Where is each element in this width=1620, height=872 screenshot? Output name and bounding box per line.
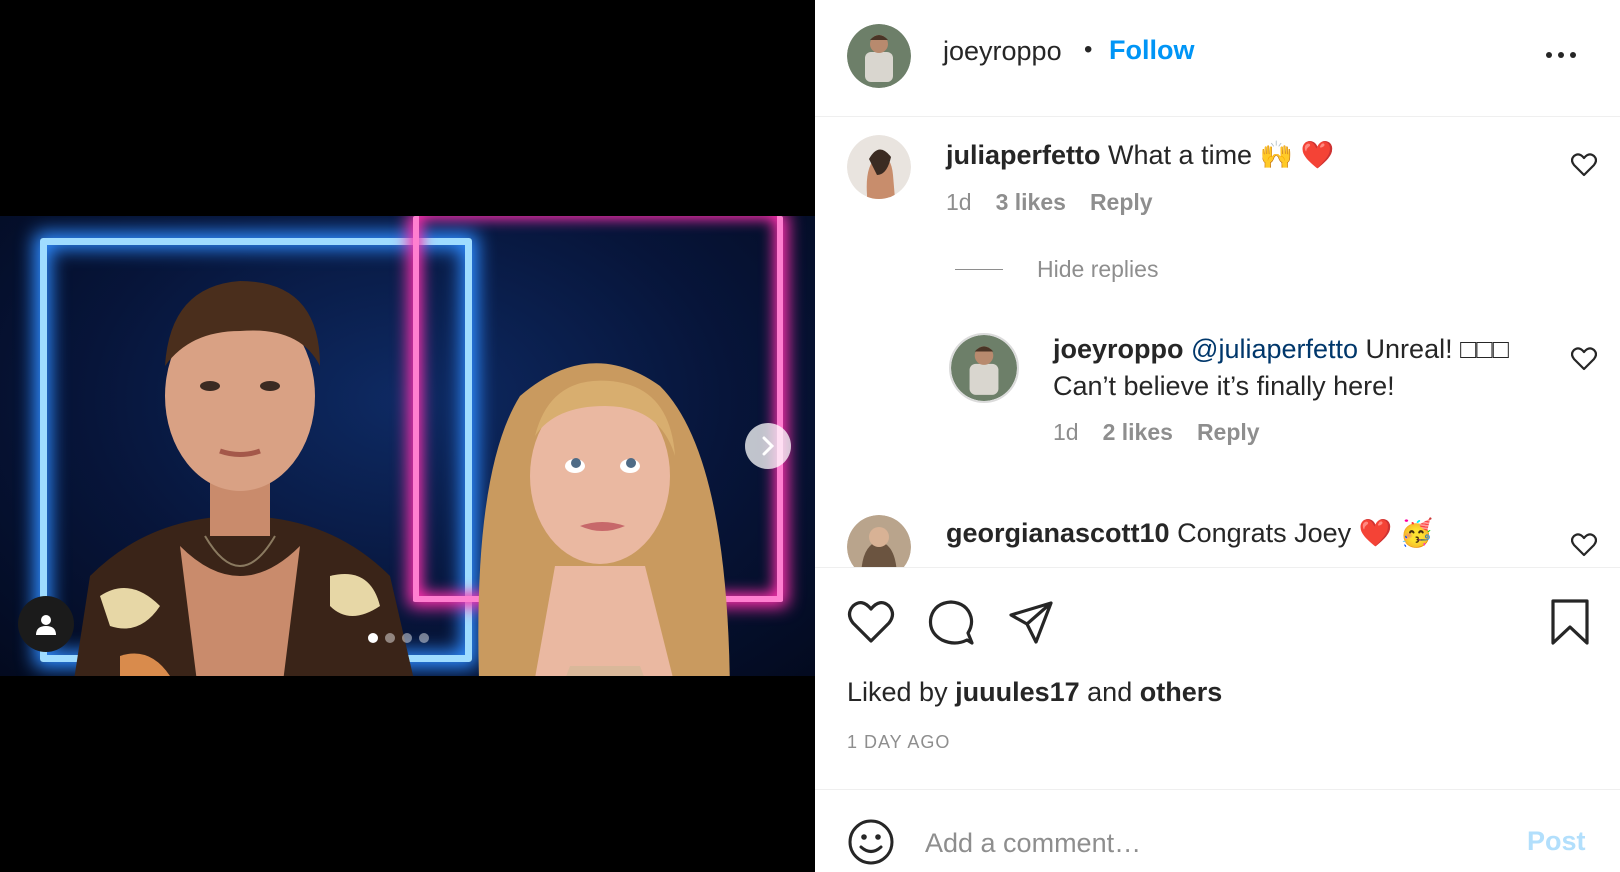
- section-divider: [815, 789, 1620, 790]
- commenter-avatar[interactable]: [847, 515, 911, 567]
- comment-body: georgianascott10 Congrats Joey ❤️ 🥳: [946, 515, 1433, 552]
- post-photo: [0, 216, 815, 676]
- comment-bubble-icon[interactable]: [927, 598, 975, 646]
- liked-by-user[interactable]: juuules17: [955, 677, 1080, 707]
- emoji-smiley-icon[interactable]: [847, 818, 895, 866]
- comment-emoji: ❤️ 🥳: [1358, 518, 1434, 548]
- reply-likes[interactable]: 2 likes: [1103, 419, 1173, 446]
- reply-mention[interactable]: @juliaperfetto: [1191, 334, 1358, 364]
- share-send-icon[interactable]: [1007, 598, 1055, 646]
- post-media: [0, 0, 815, 872]
- hide-replies-line: [955, 269, 1003, 270]
- post-timestamp[interactable]: 1 DAY AGO: [847, 732, 950, 753]
- reply-text-line2: Can’t believe it’s finally here!: [1053, 371, 1395, 401]
- comment-like-heart-icon[interactable]: [1571, 153, 1597, 177]
- carousel-dot: [402, 633, 412, 643]
- commenter-avatar[interactable]: [847, 135, 911, 199]
- comment-like-heart-icon[interactable]: [1571, 533, 1597, 557]
- hide-replies-toggle[interactable]: Hide replies: [955, 256, 1158, 283]
- liked-by-text: Liked by juuules17 and others: [847, 677, 1222, 708]
- more-options-icon[interactable]: [1546, 52, 1576, 58]
- comment-text: What a time: [1108, 140, 1253, 170]
- comment-age: 1d: [946, 189, 972, 215]
- liked-by-others[interactable]: others: [1140, 677, 1223, 707]
- woman-figure: [478, 363, 730, 676]
- reply-meta: 1d 2 likes Reply: [1053, 419, 1260, 446]
- post-header: joeyroppo • Follow: [815, 0, 1620, 117]
- comment-username[interactable]: juliaperfetto: [946, 140, 1101, 170]
- reply-body: joeyroppo @juliaperfetto Unreal! □□□ Can…: [1053, 331, 1523, 405]
- reply-username[interactable]: joeyroppo: [1053, 334, 1184, 364]
- reply-like-heart-icon[interactable]: [1571, 347, 1597, 371]
- hide-replies-label: Hide replies: [1037, 256, 1159, 282]
- carousel-dot: [419, 633, 429, 643]
- comment-emoji: 🙌 ❤️: [1259, 140, 1335, 170]
- comment-username[interactable]: georgianascott10: [946, 518, 1170, 548]
- carousel-dot: [385, 633, 395, 643]
- carousel-next-button[interactable]: [745, 423, 791, 469]
- post-comment-button[interactable]: Post: [1527, 826, 1586, 857]
- liked-by-middle: and: [1087, 677, 1133, 707]
- separator-bullet: •: [1084, 36, 1093, 63]
- reply-age: 1d: [1053, 419, 1079, 445]
- follow-button[interactable]: Follow: [1109, 35, 1194, 66]
- comment-body: juliaperfetto What a time 🙌 ❤️: [946, 137, 1334, 174]
- chevron-right-icon: [762, 436, 775, 456]
- reply-author-avatar[interactable]: [949, 333, 1019, 403]
- comment-text: Congrats Joey: [1177, 518, 1352, 548]
- author-avatar[interactable]: [847, 24, 911, 88]
- section-divider: [815, 567, 1620, 568]
- reply-reply-button[interactable]: Reply: [1197, 419, 1260, 446]
- reply-text-line1: Unreal! □□□: [1365, 334, 1510, 364]
- like-heart-icon[interactable]: [847, 598, 895, 646]
- tagged-users-button[interactable]: [18, 596, 74, 652]
- reply-button[interactable]: Reply: [1090, 189, 1153, 216]
- comments-list: juliaperfetto What a time 🙌 ❤️ 1d 3 like…: [815, 117, 1620, 567]
- author-username[interactable]: joeyroppo: [943, 36, 1062, 67]
- save-bookmark-icon[interactable]: [1548, 598, 1592, 646]
- add-comment-input[interactable]: [923, 822, 1487, 864]
- comment-likes[interactable]: 3 likes: [996, 189, 1066, 216]
- comment-meta: 1d 3 likes Reply: [946, 189, 1153, 216]
- man-figure: [74, 281, 414, 676]
- post-action-bar: [847, 598, 1055, 646]
- liked-by-prefix: Liked by: [847, 677, 948, 707]
- post-panel: joeyroppo • Follow juliaperfetto What a …: [815, 0, 1620, 872]
- carousel-indicator: [368, 633, 429, 643]
- carousel-dot: [368, 633, 378, 643]
- user-tag-icon: [36, 615, 56, 635]
